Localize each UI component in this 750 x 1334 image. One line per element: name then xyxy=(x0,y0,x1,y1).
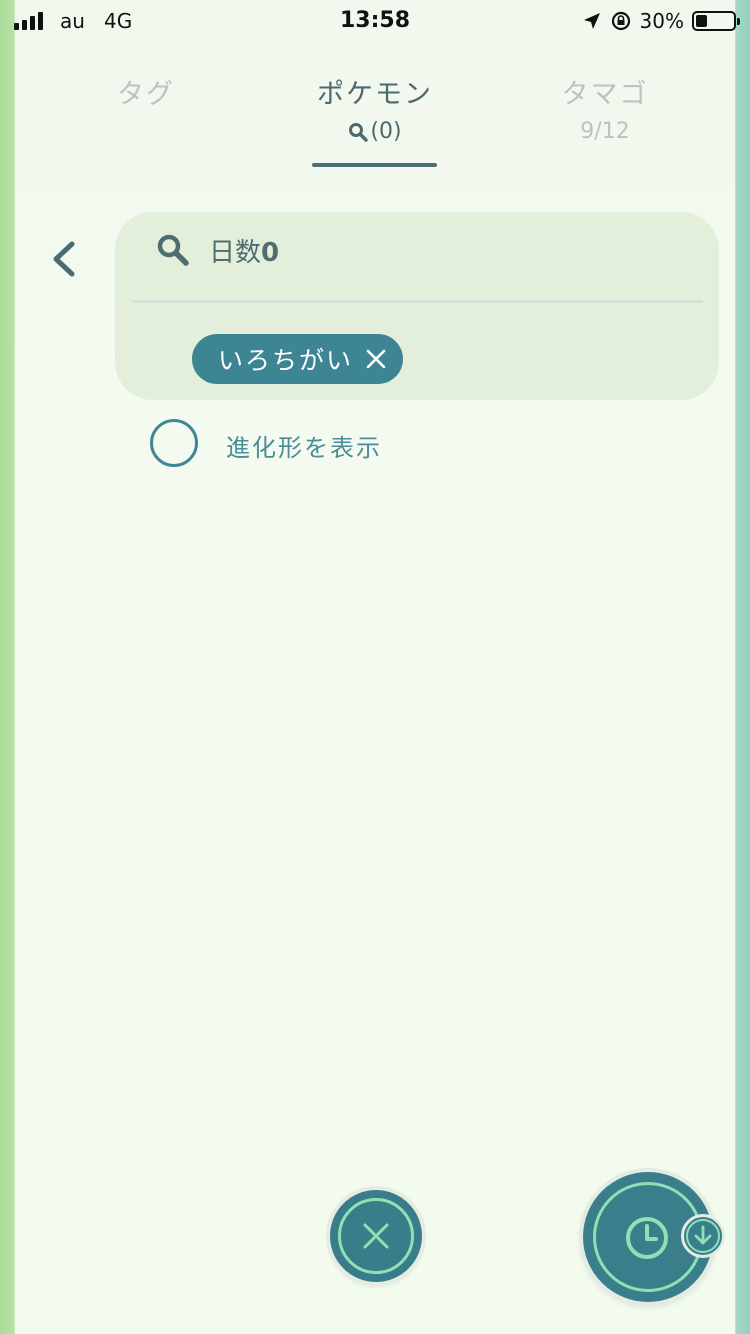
close-button[interactable] xyxy=(330,1190,422,1282)
battery-level-fill xyxy=(696,15,707,27)
tab-tag-label: タグ xyxy=(117,79,175,110)
tab-tag[interactable]: タグ xyxy=(96,72,196,111)
orientation-lock-icon xyxy=(611,11,630,31)
filter-chip-label: いろちがい xyxy=(218,346,354,375)
status-bar: au 4G 13:58 30% xyxy=(0,0,750,44)
tab-egg[interactable]: タマゴ 9/12 xyxy=(530,72,680,144)
search-result-count: (0) xyxy=(370,119,402,144)
show-evolutions-label[interactable]: 進化形を表示 xyxy=(226,428,382,463)
app-background xyxy=(15,0,735,1334)
search-divider xyxy=(131,300,703,303)
location-arrow-icon xyxy=(583,13,600,29)
back-button[interactable] xyxy=(42,236,88,282)
chevron-left-icon xyxy=(53,241,75,277)
show-evolutions-radio[interactable] xyxy=(150,419,198,467)
tab-pokemon-label: ポケモン xyxy=(317,79,433,110)
status-icons: 30% xyxy=(582,8,740,34)
sort-direction-badge[interactable] xyxy=(681,1214,725,1258)
search-icon xyxy=(155,232,191,272)
arrow-down-icon xyxy=(694,1225,712,1245)
search-query-prefix: 日数 xyxy=(209,238,262,268)
battery-percent: 30% xyxy=(639,9,684,33)
close-icon[interactable] xyxy=(365,348,387,370)
clock-icon xyxy=(626,1217,668,1259)
egg-count: 9/12 xyxy=(580,119,630,144)
close-icon xyxy=(363,1223,389,1249)
filter-chip-shiny[interactable]: いろちがい xyxy=(192,334,404,384)
active-tab-indicator xyxy=(312,163,437,167)
tab-pokemon[interactable]: ポケモン (0) xyxy=(295,72,455,144)
search-panel: 日数0 いろちがい xyxy=(115,212,719,400)
search-input[interactable]: 日数0 xyxy=(209,232,279,269)
search-query-value: 0 xyxy=(261,238,280,268)
tab-egg-label: タマゴ xyxy=(561,79,649,110)
battery-icon xyxy=(692,11,740,31)
search-icon xyxy=(349,122,369,142)
tab-pokemon-count: (0) xyxy=(295,119,455,144)
